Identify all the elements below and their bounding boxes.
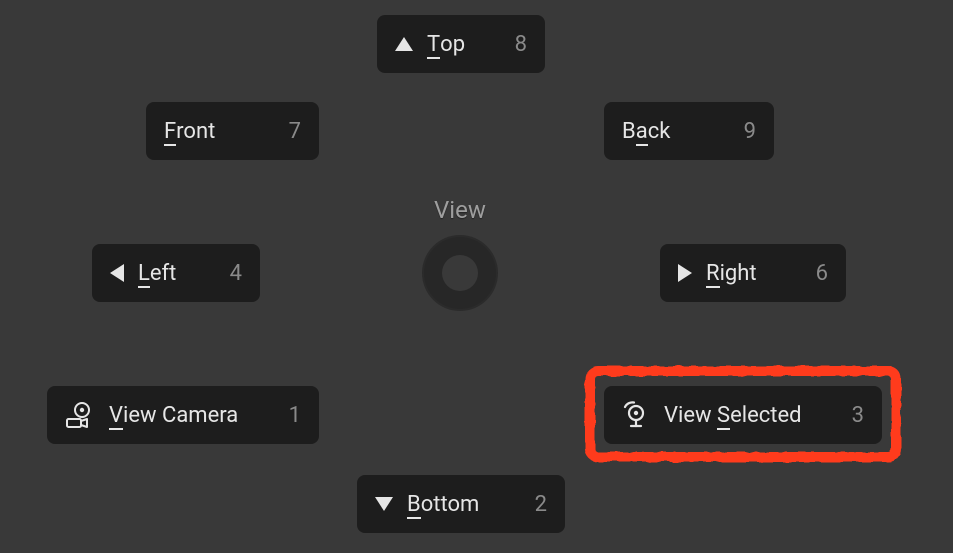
view-bottom-shortcut: 2 <box>535 492 547 517</box>
view-left-button[interactable]: Left 4 <box>92 244 260 302</box>
triangle-up-icon <box>395 37 413 51</box>
view-back-shortcut: 9 <box>744 119 756 144</box>
view-right-shortcut: 6 <box>816 261 828 286</box>
view-back-button[interactable]: Back 9 <box>604 102 774 160</box>
triangle-right-icon <box>678 264 692 282</box>
view-selected-shortcut: 3 <box>852 403 864 428</box>
view-left-shortcut: 4 <box>230 261 242 286</box>
view-selected-button[interactable]: View Selected 3 <box>604 386 882 444</box>
view-camera-label: View Camera <box>109 403 238 428</box>
view-center-label: View <box>434 196 486 224</box>
view-front-shortcut: 7 <box>289 119 301 144</box>
view-top-button[interactable]: Top 8 <box>377 15 545 73</box>
triangle-down-icon <box>375 497 393 511</box>
view-front-button[interactable]: Front 7 <box>146 102 319 160</box>
view-bottom-button[interactable]: Bottom 2 <box>357 475 565 533</box>
view-center-ring <box>422 235 498 311</box>
view-camera-button[interactable]: View Camera 1 <box>47 386 319 444</box>
view-back-label: Back <box>622 119 670 144</box>
camera-icon <box>65 402 95 428</box>
view-right-label: Right <box>706 261 757 286</box>
view-camera-shortcut: 1 <box>289 403 301 428</box>
view-front-label: Front <box>164 119 215 144</box>
view-right-button[interactable]: Right 6 <box>660 244 846 302</box>
view-top-label: Top <box>427 32 465 57</box>
view-top-shortcut: 8 <box>515 32 527 57</box>
frame-selected-icon <box>622 401 650 429</box>
view-selected-label: View Selected <box>664 403 802 428</box>
view-bottom-label: Bottom <box>407 492 479 517</box>
triangle-left-icon <box>110 264 124 282</box>
view-left-label: Left <box>138 261 176 286</box>
